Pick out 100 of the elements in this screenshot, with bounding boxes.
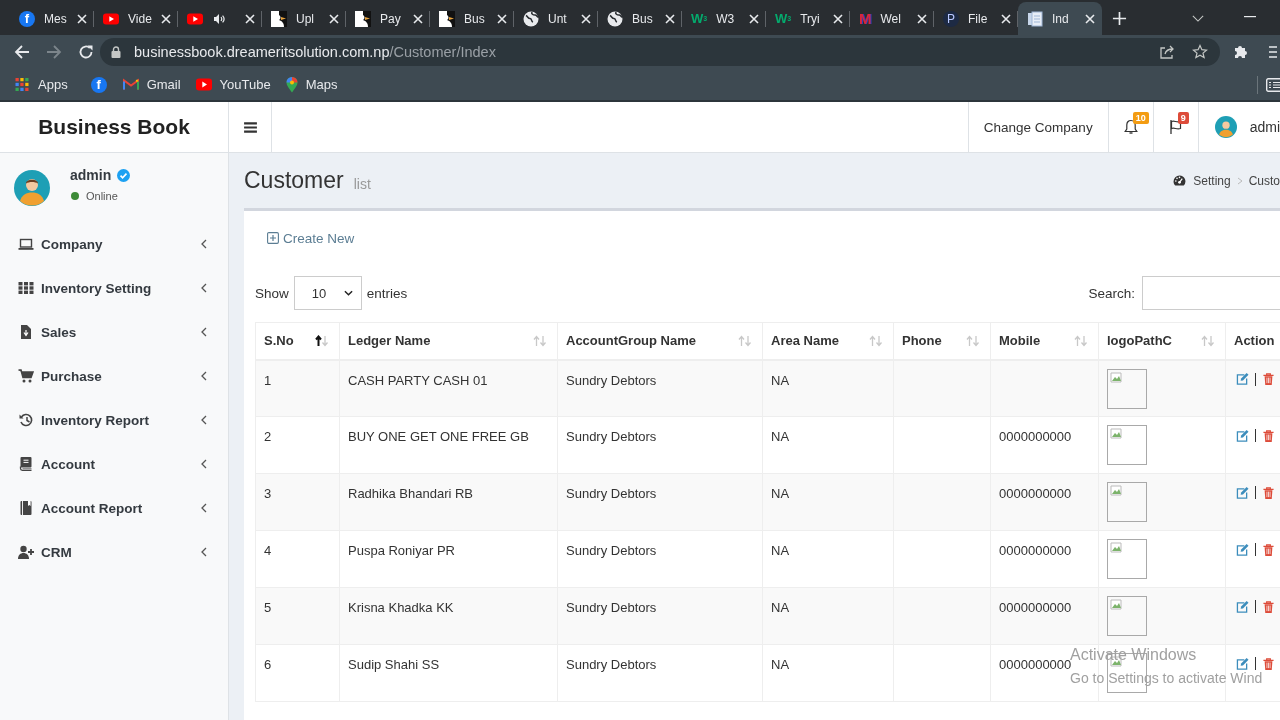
column-header[interactable]: Phone	[893, 322, 991, 360]
browser-tab[interactable]: Upl	[262, 2, 346, 35]
close-icon[interactable]	[917, 13, 927, 24]
browser-tab[interactable]: f Mes	[10, 2, 94, 35]
star-icon[interactable]	[1192, 44, 1208, 60]
sidebar-item[interactable]: CRM	[0, 530, 228, 574]
browser-tab[interactable]: Ind	[1018, 2, 1102, 35]
table-cell: Sudip Shahi SS	[339, 644, 558, 702]
browser-tab[interactable]: Vide	[94, 2, 178, 35]
speaker-icon[interactable]	[213, 12, 225, 25]
browser-tab[interactable]: M Wel	[850, 2, 934, 35]
close-icon[interactable]	[581, 13, 591, 24]
address-bar[interactable]: businessbook.dreameritsolution.com.np/Customer/Index	[100, 38, 1220, 66]
edit-icon[interactable]	[1236, 600, 1249, 613]
sidebar-item[interactable]: Purchase	[0, 354, 228, 398]
menu-lines-icon[interactable]	[1269, 45, 1277, 59]
sidebar-item[interactable]: Sales	[0, 310, 228, 354]
bird-icon	[439, 10, 455, 27]
browser-tab[interactable]: P File	[934, 2, 1018, 35]
count-badge: 10	[1132, 112, 1149, 124]
edit-icon[interactable]	[1236, 373, 1249, 385]
delete-icon[interactable]	[1262, 543, 1275, 556]
sidebar-item[interactable]: Account	[0, 442, 228, 486]
delete-icon[interactable]	[1262, 373, 1275, 385]
sidebar-item[interactable]: Company	[0, 222, 228, 266]
delete-icon[interactable]	[1262, 486, 1275, 499]
column-header[interactable]: Area Name	[762, 322, 894, 360]
minimize-icon[interactable]	[1244, 16, 1256, 18]
table-cell: Sundry Debtors	[557, 530, 763, 588]
puzzle-icon[interactable]	[1233, 44, 1249, 60]
lock-icon	[111, 46, 121, 58]
table-cell: BUY ONE GET ONE FREE GB	[339, 416, 558, 474]
search-label: Search:	[1088, 285, 1135, 301]
table-cell: NA	[762, 587, 894, 645]
sidebar-item[interactable]: Inventory Report	[0, 398, 228, 442]
close-icon[interactable]	[413, 13, 423, 24]
sidebar-item[interactable]: Inventory Setting	[0, 266, 228, 310]
site-logo[interactable]: f	[90, 76, 107, 93]
list-icon[interactable]	[1266, 77, 1280, 92]
close-icon[interactable]	[749, 13, 759, 24]
bookmark-link[interactable]: Gmail	[122, 77, 181, 92]
edit-icon[interactable]	[1236, 486, 1249, 499]
sidebar-item[interactable]: Account Report	[0, 486, 228, 530]
delete-icon[interactable]	[1262, 657, 1275, 670]
column-header[interactable]: AccountGroup Name	[557, 322, 763, 360]
bookmark-link[interactable]: Maps	[285, 76, 338, 93]
plus-square-icon	[267, 232, 279, 244]
browser-tab[interactable]: W$^{3}$ W3	[682, 2, 766, 35]
reload-icon[interactable]	[78, 44, 94, 60]
apps-grid-icon	[14, 78, 30, 91]
column-header[interactable]: S.No	[255, 322, 340, 360]
table-cell: NA	[762, 644, 894, 702]
close-icon[interactable]	[1001, 13, 1011, 24]
close-icon[interactable]	[497, 13, 507, 24]
edit-icon[interactable]	[1236, 429, 1249, 442]
bookmark-link[interactable]: Apps	[14, 77, 68, 92]
book-icon	[18, 457, 34, 471]
mail-icon	[122, 78, 139, 91]
forward-arrow-icon[interactable]	[46, 44, 62, 60]
laptop-icon	[18, 237, 34, 251]
table-cell: Sundry Debtors	[557, 416, 763, 474]
table-cell: Krisna Khadka KK	[339, 587, 558, 645]
column-header[interactable]: Mobile	[990, 322, 1099, 360]
close-icon[interactable]	[245, 13, 255, 24]
site-logo: M	[859, 10, 872, 27]
browser-tab[interactable]: Unt	[514, 2, 598, 35]
close-icon[interactable]	[1085, 13, 1095, 24]
close-icon[interactable]	[833, 13, 843, 24]
user-menu-button[interactable]: admi	[1197, 102, 1280, 152]
change-company-link[interactable]: Change Company	[967, 102, 1108, 152]
edit-icon[interactable]	[1236, 657, 1249, 670]
create-new-link[interactable]: Create New	[267, 230, 355, 246]
close-icon[interactable]	[77, 13, 87, 24]
browser-tab[interactable]: Pay	[346, 2, 430, 35]
share-icon[interactable]	[1159, 44, 1175, 60]
column-header[interactable]: Ledger Name	[339, 322, 558, 360]
flag-icon	[1168, 119, 1183, 135]
browser-tab[interactable]: W$^{3}$ Tryi	[766, 2, 850, 35]
search-field[interactable]	[1142, 276, 1280, 310]
broken-image-icon	[1107, 482, 1147, 522]
table-cell: Sundry Debtors	[557, 473, 763, 531]
delete-icon[interactable]	[1262, 429, 1275, 442]
table-cell: 0000000000	[990, 473, 1099, 531]
chevron-down-icon[interactable]	[1192, 15, 1204, 22]
bird-icon	[271, 10, 287, 27]
breadcrumb-link[interactable]: Setting	[1193, 173, 1231, 188]
close-icon[interactable]	[161, 13, 171, 24]
browser-tab[interactable]: Bus	[598, 2, 682, 35]
site-logo: W$^{3}$	[775, 10, 792, 27]
plus-icon[interactable]	[1112, 11, 1127, 26]
close-icon[interactable]	[329, 13, 339, 24]
back-arrow-icon[interactable]	[14, 44, 30, 60]
delete-icon[interactable]	[1262, 600, 1275, 613]
page-size-select[interactable]: 10	[293, 276, 362, 310]
close-icon[interactable]	[665, 13, 675, 24]
edit-icon[interactable]	[1236, 543, 1249, 556]
activation-notice-title: Activate Windows	[1070, 645, 1197, 663]
column-header[interactable]: logoPathC	[1098, 322, 1226, 360]
bookmark-link[interactable]: YouTube	[195, 77, 271, 92]
browser-tab[interactable]: Bus	[430, 2, 514, 35]
